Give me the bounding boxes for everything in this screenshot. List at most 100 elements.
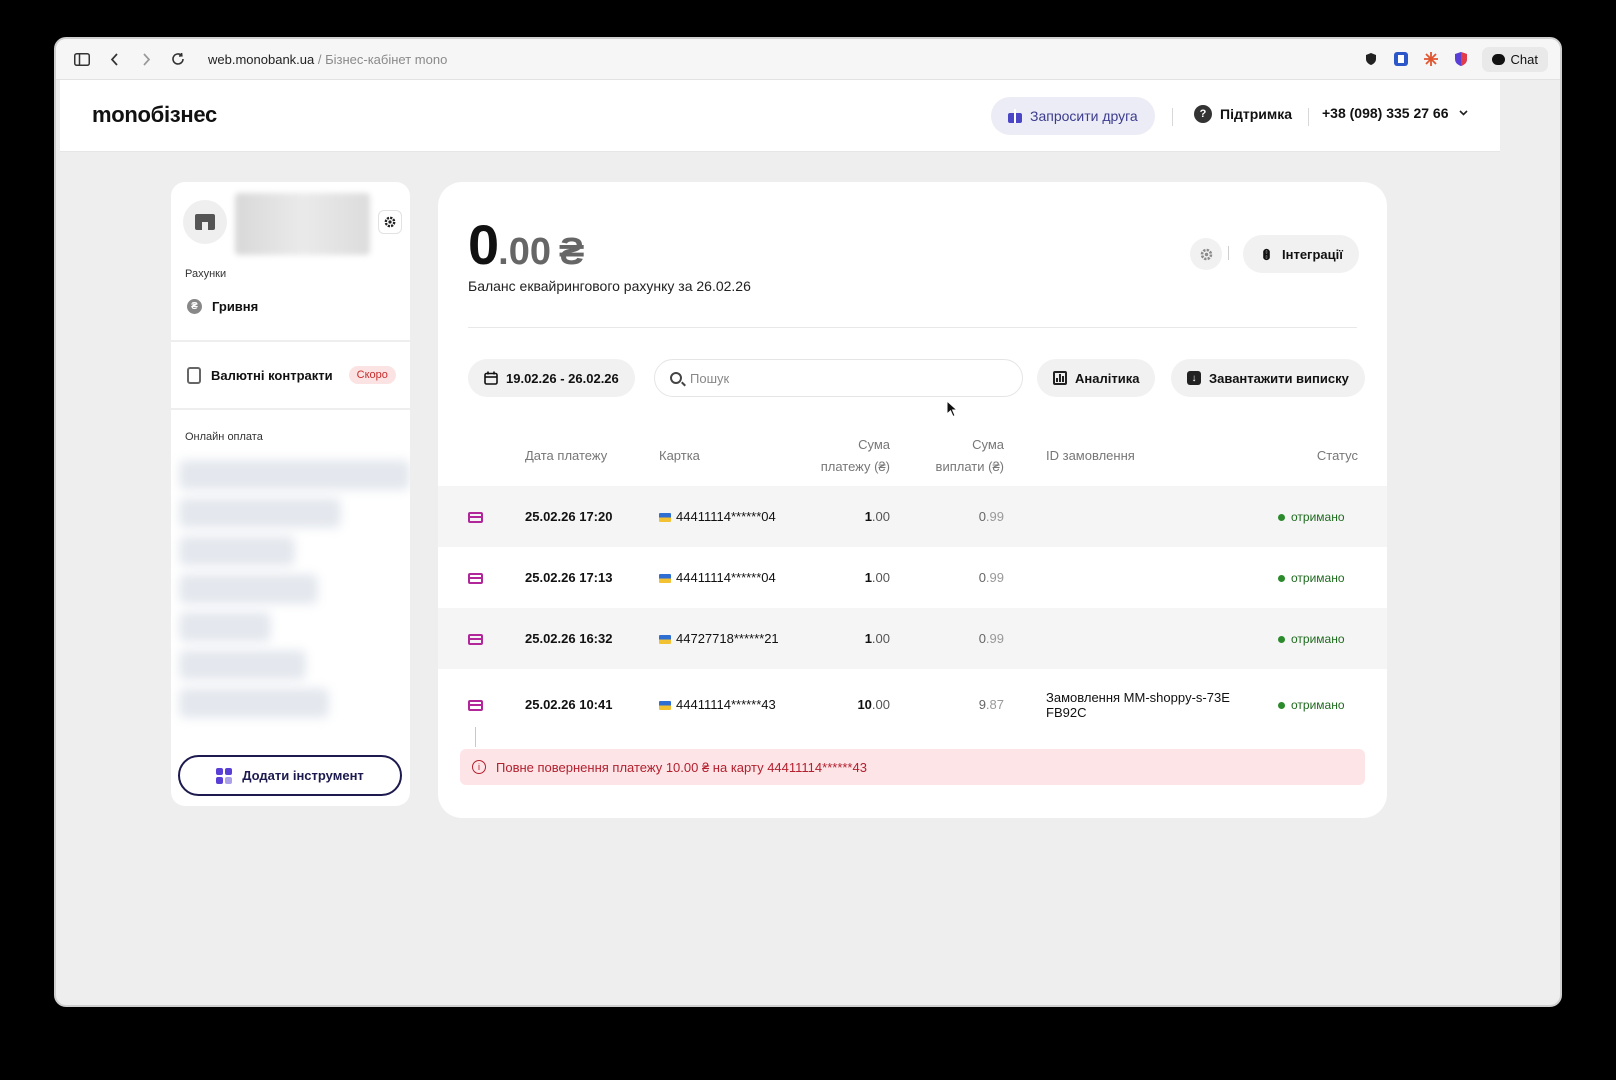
- forward-icon[interactable]: [130, 45, 162, 73]
- integrations-button[interactable]: Інтеграції: [1243, 235, 1359, 273]
- account-phone-menu[interactable]: +38 (098) 335 27 66: [1322, 105, 1468, 121]
- ukraine-flag-icon: [659, 635, 671, 644]
- header-divider: [1308, 108, 1309, 126]
- sidebar-item-label: Валютні контракти: [211, 367, 333, 383]
- analytics-button[interactable]: Аналітика: [1037, 359, 1156, 397]
- card-number-text: 44411114******04: [676, 570, 776, 585]
- payment-date: 25.02.26 16:32: [525, 631, 613, 646]
- command-icon: [1263, 248, 1270, 260]
- reload-icon[interactable]: [162, 45, 194, 73]
- column-header-amount-line1: Сума: [858, 437, 890, 452]
- sidebar-item-label: Гривня: [212, 299, 259, 314]
- amount-integer: 1: [864, 509, 872, 524]
- payout-amount: 0.99: [904, 631, 1004, 646]
- sidebar: Рахунки ₴ Гривня Валютні контракти Скоро…: [171, 182, 410, 806]
- address-bar[interactable]: web.monobank.ua / Бізнес-кабінет mono: [208, 52, 447, 67]
- download-statement-label: Завантажити виписку: [1209, 370, 1349, 386]
- column-header-amount[interactable]: Сума платежу (₴): [790, 434, 890, 478]
- card-number: 44727718******21: [659, 631, 779, 646]
- support-label: Підтримка: [1220, 106, 1293, 122]
- amount-integer: 10: [857, 697, 872, 712]
- payout-integer: 0: [978, 509, 986, 524]
- column-header-payout-line2: виплати (₴): [935, 459, 1004, 474]
- payment-amount: 10.00: [790, 697, 890, 712]
- search-field[interactable]: [654, 359, 1023, 397]
- date-range-button[interactable]: 19.02.26 - 26.02.26: [468, 359, 635, 397]
- status-badge: отримано: [1278, 698, 1345, 712]
- panel-settings-button[interactable]: [1190, 238, 1222, 270]
- status-badge: отримано: [1278, 632, 1345, 646]
- status-text: отримано: [1291, 632, 1345, 646]
- business-settings-button[interactable]: [379, 211, 401, 233]
- page-header: monoбізнес Запросити друга ? Підтримка +…: [60, 80, 1500, 152]
- info-icon: i: [472, 760, 486, 774]
- status-text: отримано: [1291, 571, 1345, 585]
- accounts-section-label: Рахунки: [185, 268, 227, 280]
- support-link[interactable]: ? Підтримка: [1194, 105, 1292, 123]
- payout-fraction: .99: [985, 570, 1004, 585]
- card-number: 44411114******43: [659, 697, 776, 712]
- integrations-label: Інтеграції: [1282, 246, 1343, 262]
- status-dot: [1278, 574, 1285, 582]
- ukraine-flag-icon: [659, 574, 671, 583]
- sparkle-extension-icon[interactable]: [1422, 50, 1440, 68]
- amount-fraction: .00: [871, 697, 890, 712]
- order-id: Замовлення MM-shoppy-s-73E FB92C: [1046, 690, 1230, 720]
- download-statement-button[interactable]: ↓ Завантажити виписку: [1171, 359, 1365, 397]
- download-icon: ↓: [1187, 371, 1201, 385]
- browser-toolbar: web.monobank.ua / Бізнес-кабінет mono Ch…: [56, 39, 1560, 80]
- phone-number: +38 (098) 335 27 66: [1322, 105, 1449, 121]
- search-input[interactable]: [690, 370, 990, 386]
- calendar-icon: [484, 371, 498, 385]
- table-row[interactable]: 25.02.26 17:13 44411114******04 1.00 0.9…: [438, 547, 1387, 608]
- payment-amount: 1.00: [790, 631, 890, 646]
- logo[interactable]: monoбізнес: [92, 102, 217, 128]
- order-id-line2: FB92C: [1046, 705, 1087, 720]
- payment-amount: 1.00: [790, 509, 890, 524]
- add-grid-icon: [216, 767, 233, 784]
- amount-integer: 1: [864, 570, 872, 585]
- mouse-cursor-icon: [946, 399, 959, 423]
- chat-button[interactable]: Chat: [1481, 46, 1548, 72]
- table-row[interactable]: 25.02.26 17:20 44411114******04 1.00 0.9…: [438, 486, 1387, 547]
- amount-fraction: .00: [871, 509, 890, 524]
- column-header-card[interactable]: Картка: [659, 445, 700, 467]
- help-icon: ?: [1194, 105, 1212, 123]
- blurred-tools-list: [179, 452, 410, 742]
- table-row[interactable]: 25.02.26 10:41 44411114******43 10.00 9.…: [438, 669, 1387, 741]
- table-row[interactable]: 25.02.26 16:32 44727718******21 1.00 0.9…: [438, 608, 1387, 669]
- invite-friend-button[interactable]: Запросити друга: [991, 97, 1155, 135]
- document-icon: [187, 366, 201, 384]
- shield-extension-icon[interactable]: [1362, 50, 1380, 68]
- column-header-payout[interactable]: Сума виплати (₴): [904, 434, 1004, 478]
- amount-fraction: .00: [871, 631, 890, 646]
- hryvnia-icon: ₴: [187, 299, 202, 314]
- sidebar-item-hryvnia[interactable]: ₴ Гривня: [187, 299, 258, 314]
- gift-icon: [1008, 109, 1022, 123]
- bookmark-extension-icon[interactable]: [1392, 50, 1410, 68]
- colorful-shield-extension-icon[interactable]: [1452, 50, 1470, 68]
- order-id-line1: Замовлення MM-shoppy-s-73E: [1046, 690, 1230, 705]
- payout-integer: 9: [978, 697, 986, 712]
- payout-amount: 0.99: [904, 570, 1004, 585]
- column-header-status[interactable]: Статус: [1258, 445, 1358, 467]
- url-host: web.monobank.ua: [208, 51, 315, 67]
- ukraine-flag-icon: [659, 701, 671, 710]
- sidebar-item-currency-contracts[interactable]: Валютні контракти Скоро: [187, 366, 396, 384]
- search-icon: [670, 372, 682, 384]
- sidebar-toggle-icon[interactable]: [66, 45, 98, 73]
- column-header-date[interactable]: Дата платежу: [525, 445, 607, 467]
- back-icon[interactable]: [98, 45, 130, 73]
- payout-fraction: .87: [985, 697, 1004, 712]
- acquiring-panel: 0 .00 ₴ Баланс еквайрингового рахунку за…: [438, 182, 1387, 818]
- card-payment-icon: [468, 512, 483, 523]
- refund-notice[interactable]: i Повне повернення платежу 10.00 ₴ на ка…: [460, 749, 1365, 785]
- add-tool-button[interactable]: Додати інструмент: [178, 755, 402, 796]
- analytics-label: Аналітика: [1075, 370, 1140, 386]
- browser-window: web.monobank.ua / Бізнес-кабінет mono Ch…: [54, 37, 1562, 1007]
- payout-amount: 9.87: [904, 697, 1004, 712]
- payment-date: 25.02.26 17:20: [525, 509, 613, 524]
- column-header-order-id[interactable]: ID замовлення: [1046, 445, 1135, 467]
- chat-bubble-icon: [1491, 53, 1505, 65]
- toolbar-divider: [1228, 246, 1229, 260]
